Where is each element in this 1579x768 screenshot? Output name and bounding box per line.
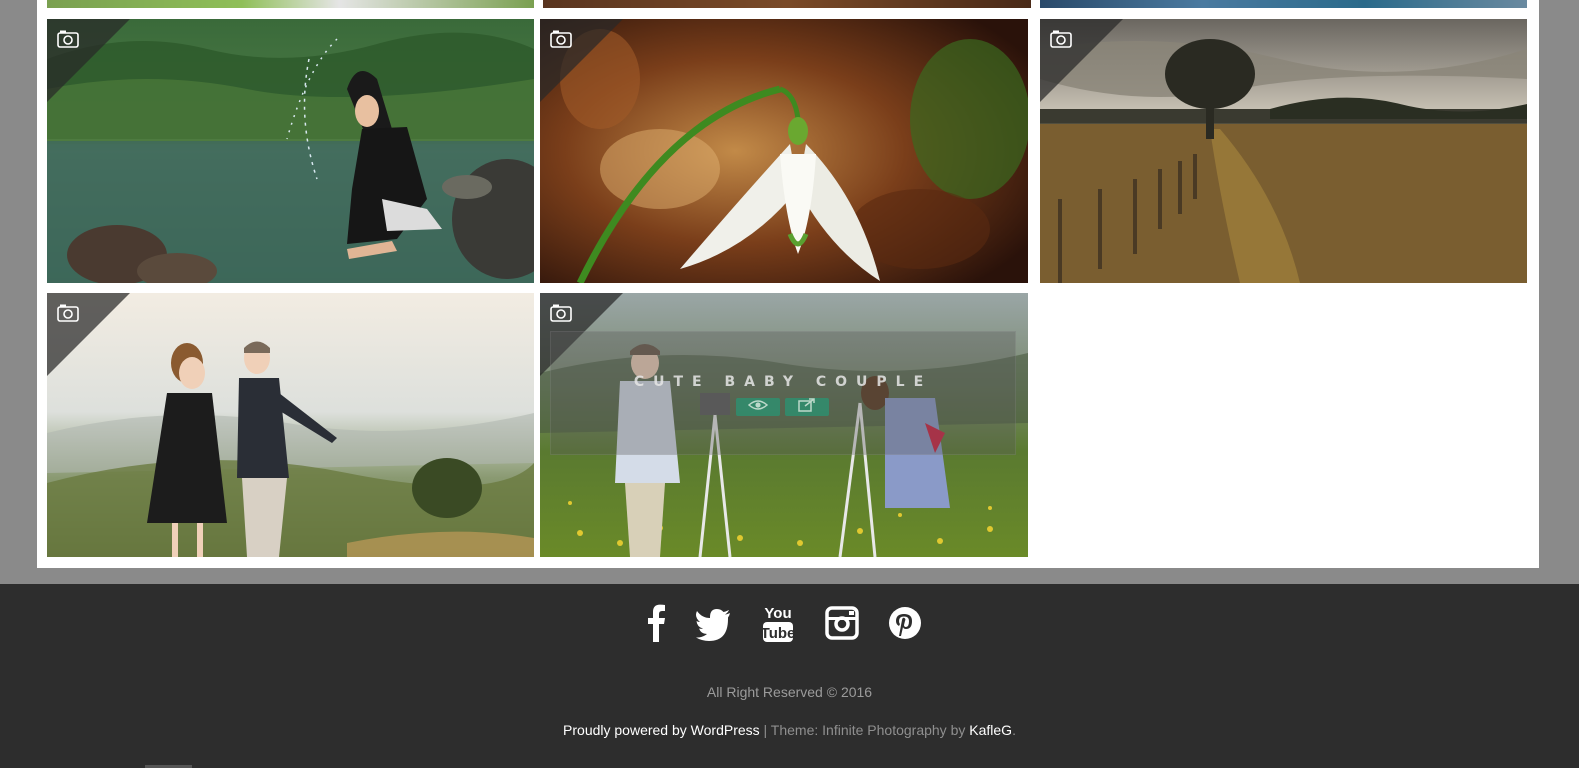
previous-row-photo[interactable] bbox=[47, 0, 534, 8]
camera-icon bbox=[550, 29, 572, 49]
photo-title[interactable]: CUTE BABY COUPLE bbox=[551, 374, 1015, 390]
eye-icon bbox=[747, 398, 769, 416]
social-links: You Tube bbox=[0, 602, 1579, 644]
instagram-icon bbox=[822, 606, 862, 648]
period-text: . bbox=[1012, 722, 1016, 738]
wordpress-link[interactable]: Proudly powered by WordPress bbox=[563, 722, 760, 738]
pinterest-link[interactable] bbox=[885, 602, 925, 644]
camera-icon bbox=[57, 29, 79, 49]
theme-credit-text: | Theme: Infinite Photography by bbox=[759, 722, 970, 738]
svg-text:Tube: Tube bbox=[761, 625, 796, 642]
twitter-link[interactable] bbox=[694, 602, 734, 644]
site-footer: You Tube All Right Reserved © 2016 Proudl… bbox=[0, 584, 1579, 768]
snowdrop-flower-photo[interactable] bbox=[540, 19, 1028, 283]
view-button[interactable] bbox=[736, 398, 780, 416]
author-link[interactable]: KafleG bbox=[969, 722, 1012, 738]
gallery-panel: CUTE BABY COUPLE bbox=[37, 0, 1539, 568]
pinterest-icon bbox=[885, 607, 925, 648]
youtube-link[interactable]: You Tube bbox=[758, 602, 798, 644]
camera-icon bbox=[1050, 29, 1072, 49]
copyright-text: All Right Reserved © 2016 bbox=[706, 684, 873, 700]
cute-baby-couple-photo[interactable]: CUTE BABY COUPLE bbox=[540, 293, 1028, 557]
previous-row-photo[interactable] bbox=[543, 0, 1031, 8]
previous-row-photo[interactable] bbox=[1040, 0, 1527, 8]
camera-icon bbox=[57, 303, 79, 323]
field-tree-landscape-photo[interactable] bbox=[1040, 19, 1527, 283]
twitter-icon bbox=[694, 609, 734, 648]
hover-overlay: CUTE BABY COUPLE bbox=[550, 331, 1016, 455]
facebook-icon bbox=[637, 604, 677, 648]
camera-icon bbox=[550, 303, 572, 323]
water-splash-girl-photo[interactable] bbox=[47, 19, 534, 283]
instagram-link[interactable] bbox=[822, 602, 862, 644]
youtube-icon: You Tube bbox=[758, 605, 798, 648]
facebook-link[interactable] bbox=[637, 602, 677, 644]
site-info: Proudly powered by WordPress | Theme: In… bbox=[0, 722, 1579, 738]
external-link-icon bbox=[798, 397, 816, 417]
svg-text:You: You bbox=[764, 605, 791, 622]
kids-kissing-photo[interactable] bbox=[47, 293, 534, 557]
open-link-button[interactable] bbox=[785, 397, 829, 417]
